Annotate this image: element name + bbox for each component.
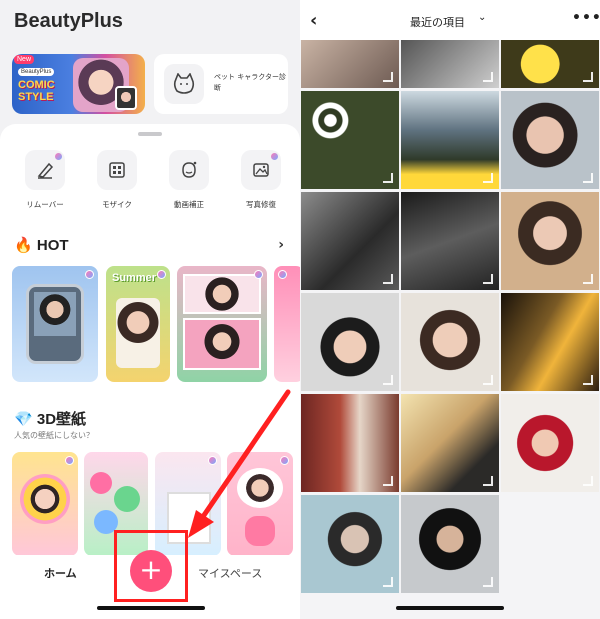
photo-thumb[interactable]: [301, 495, 399, 593]
tool-video-retouch[interactable]: 動画補正: [159, 150, 219, 210]
tool-remover-label: リムーバー: [26, 200, 64, 209]
mosaic-icon: [109, 162, 125, 178]
tab-my-space[interactable]: マイスペース: [198, 565, 262, 581]
new-badge: New: [14, 55, 35, 64]
original-photo-thumb: [115, 86, 137, 110]
face-retouch-icon: [182, 161, 197, 178]
home-indicator: [396, 606, 504, 610]
hot-card-summer[interactable]: Summer: [106, 266, 170, 382]
tool-photo-restore[interactable]: 写真修復: [231, 150, 291, 210]
diamond-icon: 💎: [14, 411, 33, 428]
photo-thumb[interactable]: [301, 192, 399, 290]
app-title: BeautyPlus: [14, 10, 123, 32]
tool-photo-restore-label: 写真修復: [246, 200, 276, 209]
beautyplus-home-screen: BeautyPlus New BeautyPlus COMIC STYLE ペッ…: [0, 0, 300, 619]
tab-home[interactable]: ホーム: [44, 565, 77, 581]
photo-thumb[interactable]: [401, 91, 499, 189]
tool-mosaic-label: モザイク: [102, 200, 132, 209]
photo-thumb[interactable]: [501, 40, 599, 88]
back-button[interactable]: ‹: [310, 10, 317, 31]
photo-thumb[interactable]: [401, 192, 499, 290]
photo-thumb[interactable]: [301, 40, 399, 88]
pet-character-banner[interactable]: ペット キャラクター診断: [154, 54, 288, 114]
photo-picker-screen: ‹ 最近の項目 ⌄ •••: [300, 0, 600, 619]
brand-tag: BeautyPlus: [18, 68, 55, 76]
comic-style-banner[interactable]: New BeautyPlus COMIC STYLE: [12, 54, 145, 114]
hot-card-phone-frame[interactable]: [12, 266, 98, 382]
album-title[interactable]: 最近の項目: [410, 14, 465, 30]
photo-thumb[interactable]: [401, 394, 499, 492]
photo-thumb[interactable]: [501, 293, 599, 391]
wallpaper-card-heart-photo[interactable]: [227, 452, 293, 556]
photo-thumb[interactable]: [401, 40, 499, 88]
photo-thumb[interactable]: [501, 91, 599, 189]
photo-thumb[interactable]: [301, 91, 399, 189]
sheet-handle[interactable]: [138, 132, 162, 136]
chevron-down-icon[interactable]: ⌄: [478, 12, 486, 23]
tool-remover[interactable]: リムーバー: [15, 150, 75, 210]
photo-thumb[interactable]: [401, 293, 499, 391]
photo-thumb[interactable]: [301, 394, 399, 492]
fire-icon: 🔥: [14, 237, 33, 254]
hot-card-collage[interactable]: [177, 266, 267, 382]
hot-card-partial[interactable]: [274, 266, 300, 382]
photo-thumb[interactable]: [301, 293, 399, 391]
wallpaper-card-flower[interactable]: [12, 452, 78, 556]
more-options-button[interactable]: •••: [572, 10, 600, 26]
tool-mosaic[interactable]: モザイク: [87, 150, 147, 210]
photo-thumb[interactable]: [401, 495, 499, 593]
pet-banner-label: ペット キャラクター診断: [214, 73, 286, 92]
wallpaper-section-title: 💎 3D壁紙: [14, 411, 87, 428]
tool-video-retouch-label: 動画補正: [174, 200, 204, 209]
photo-restore-icon: [253, 163, 269, 177]
annotation-highlight-box: [114, 530, 188, 602]
eraser-icon: [37, 162, 54, 179]
cat-icon: [164, 64, 204, 104]
hot-more-chevron[interactable]: ›: [278, 237, 284, 253]
home-indicator: [97, 606, 205, 610]
photo-thumb[interactable]: [501, 192, 599, 290]
wallpaper-subtitle: 人気の壁紙にしない？: [14, 431, 94, 440]
hot-section-title: 🔥 HOT: [14, 237, 69, 254]
photo-thumb[interactable]: [501, 394, 599, 492]
comic-style-headline: COMIC STYLE: [18, 79, 55, 103]
